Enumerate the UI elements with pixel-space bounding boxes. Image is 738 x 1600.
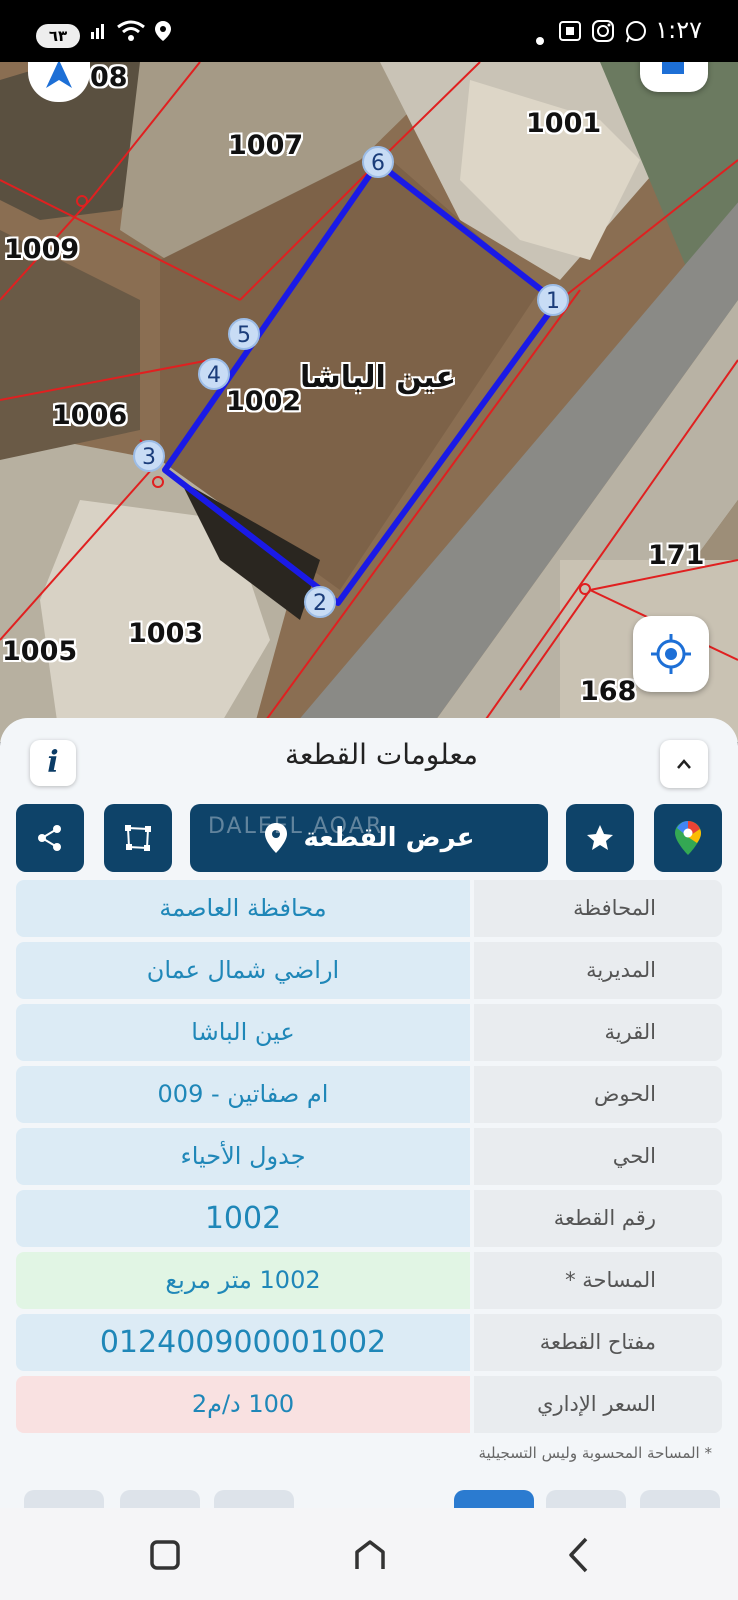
layers-button[interactable] bbox=[640, 62, 708, 92]
north-arrow-icon bbox=[46, 62, 72, 88]
bottom-tab-peek[interactable] bbox=[640, 1490, 720, 1508]
star-icon bbox=[587, 825, 613, 850]
instagram-icon bbox=[592, 20, 614, 47]
google-maps-icon bbox=[675, 821, 701, 855]
area-key: المساحة * bbox=[474, 1252, 722, 1309]
signal-icon bbox=[90, 20, 110, 45]
recent-apps-icon[interactable] bbox=[148, 1538, 182, 1572]
parcel-number-value: 1002 bbox=[16, 1190, 470, 1247]
home-icon[interactable] bbox=[352, 1538, 388, 1572]
table-row: ام صفاتين - 009 الحوض bbox=[16, 1066, 722, 1123]
screenshot-icon bbox=[558, 20, 582, 47]
collapse-button[interactable] bbox=[660, 740, 708, 788]
parcel-key-key: مفتاح القطعة bbox=[474, 1314, 722, 1371]
parcel-vertex-2[interactable]: 2 bbox=[304, 586, 336, 618]
table-row: اراضي شمال عمان المديرية bbox=[16, 942, 722, 999]
view-parcel-label: عرض القطعة bbox=[303, 823, 475, 853]
share-button[interactable] bbox=[16, 804, 84, 872]
parcel-label-1001: 1001 bbox=[526, 108, 602, 139]
directorate-key: المديرية bbox=[474, 942, 722, 999]
crosshair-icon bbox=[651, 634, 691, 674]
parcel-vertex-5[interactable]: 5 bbox=[228, 318, 260, 350]
share-icon bbox=[38, 825, 61, 851]
admin-price-value: 100 د/م2 bbox=[16, 1376, 470, 1433]
satellite-map[interactable]: 08 1007 1001 1009 1002 1006 171 1003 100… bbox=[0, 62, 738, 742]
parcel-label-1002: 1002 bbox=[226, 386, 302, 417]
table-row: محافظة العاصمة المحافظة bbox=[16, 880, 722, 937]
governorate-value: محافظة العاصمة bbox=[16, 880, 470, 937]
parcel-label-1006: 1006 bbox=[52, 400, 128, 431]
google-maps-button[interactable] bbox=[654, 804, 722, 872]
back-icon[interactable] bbox=[566, 1536, 592, 1574]
parcel-label-168: 168 bbox=[580, 676, 637, 707]
info-button[interactable]: i bbox=[30, 740, 76, 786]
clock: ١:٢٧ bbox=[655, 16, 702, 44]
battery-indicator: ٦٣ bbox=[36, 24, 80, 48]
table-row: 1002 رقم القطعة bbox=[16, 1190, 722, 1247]
parcel-label-1009: 1009 bbox=[4, 234, 80, 265]
wifi-icon bbox=[116, 20, 146, 47]
parcel-vertex-4[interactable]: 4 bbox=[198, 358, 230, 390]
admin-price-key: السعر الإداري bbox=[474, 1376, 722, 1433]
area-value: 1002 متر مربع bbox=[16, 1252, 470, 1309]
bottom-tab-peek[interactable] bbox=[24, 1490, 104, 1508]
parcel-label-1008: 08 bbox=[90, 62, 128, 93]
table-row: عين الباشا القرية bbox=[16, 1004, 722, 1061]
parcel-vertex-6[interactable]: 6 bbox=[362, 146, 394, 178]
bottom-tab-peek[interactable] bbox=[546, 1490, 626, 1508]
village-map-label: عين الباشا bbox=[300, 360, 457, 395]
parcel-label-1007: 1007 bbox=[228, 130, 304, 161]
table-row: جدول الأحياء الحي bbox=[16, 1128, 722, 1185]
whatsapp-icon bbox=[624, 20, 648, 49]
parcel-vertex-1[interactable]: 1 bbox=[537, 284, 569, 316]
location-pin-icon bbox=[265, 823, 288, 853]
village-value: عين الباشا bbox=[16, 1004, 470, 1061]
basin-key: الحوض bbox=[474, 1066, 722, 1123]
bottom-tab-peek[interactable] bbox=[214, 1490, 294, 1508]
favorite-button[interactable] bbox=[566, 804, 634, 872]
village-key: القرية bbox=[474, 1004, 722, 1061]
system-nav-bar bbox=[0, 1508, 738, 1600]
directorate-value: اراضي شمال عمان bbox=[16, 942, 470, 999]
polygon-shape-icon bbox=[125, 825, 151, 851]
my-location-button[interactable] bbox=[633, 616, 709, 692]
parcel-number-key: رقم القطعة bbox=[474, 1190, 722, 1247]
parcel-key-value: 012400900001002 bbox=[16, 1314, 470, 1371]
location-status-icon bbox=[154, 20, 172, 47]
table-row: 1002 متر مربع المساحة * bbox=[16, 1252, 722, 1309]
table-row: 100 د/م2 السعر الإداري bbox=[16, 1376, 722, 1433]
map-layers-icon bbox=[662, 62, 684, 74]
status-bar: ٦٣ ١:٢٧ bbox=[0, 0, 738, 62]
parcel-vertex-3[interactable]: 3 bbox=[133, 440, 165, 472]
parcel-label-171: 171 bbox=[648, 540, 705, 571]
basin-value: ام صفاتين - 009 bbox=[16, 1066, 470, 1123]
table-row: 012400900001002 مفتاح القطعة bbox=[16, 1314, 722, 1371]
parcel-label-1005: 1005 bbox=[2, 636, 78, 667]
dot-icon bbox=[536, 28, 544, 50]
area-footnote: * المساحة المحسوبة وليس التسجيلية bbox=[478, 1444, 712, 1462]
parcel-details-table: محافظة العاصمة المحافظة اراضي شمال عمان … bbox=[16, 880, 722, 1438]
panel-title: معلومات القطعة bbox=[285, 738, 478, 771]
district-key: الحي bbox=[474, 1128, 722, 1185]
chevron-up-icon bbox=[677, 759, 691, 769]
parcel-info-panel: i معلومات القطعة عرض القطعة DALEEL AQAR … bbox=[0, 718, 738, 1508]
view-parcel-button[interactable]: عرض القطعة bbox=[190, 804, 548, 872]
bottom-tab-peek[interactable] bbox=[454, 1490, 534, 1508]
parcel-label-1003: 1003 bbox=[128, 618, 204, 649]
bottom-tab-peek[interactable] bbox=[120, 1490, 200, 1508]
polygon-button[interactable] bbox=[104, 804, 172, 872]
governorate-key: المحافظة bbox=[474, 880, 722, 937]
district-value: جدول الأحياء bbox=[16, 1128, 470, 1185]
compass-button[interactable] bbox=[28, 62, 90, 102]
